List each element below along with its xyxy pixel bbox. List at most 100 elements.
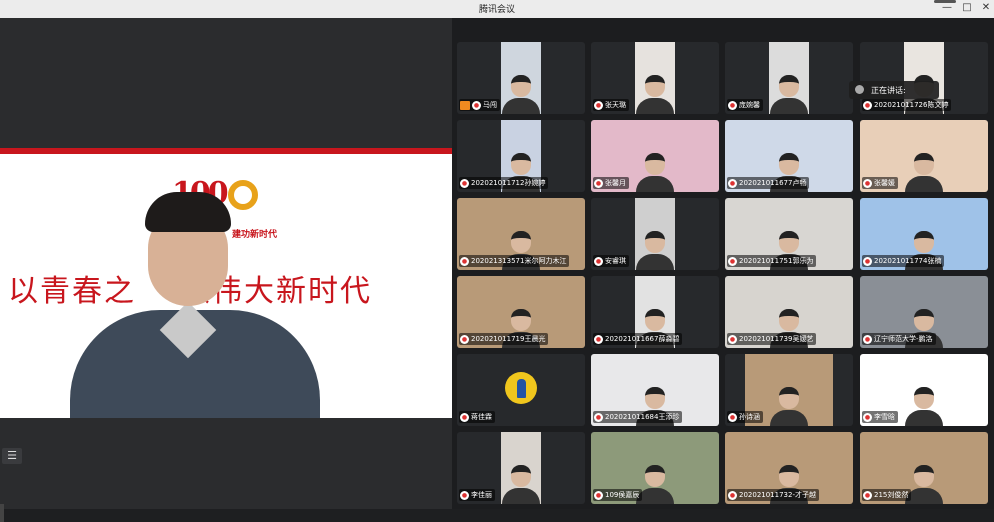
participant-name: 202021011732-才子越 bbox=[739, 491, 816, 499]
participant-head bbox=[645, 309, 665, 331]
mic-muted-icon: ● bbox=[460, 178, 469, 188]
participant-name: 215刘俊然 bbox=[874, 491, 909, 499]
participant-torso bbox=[636, 254, 674, 270]
speaking-indicator: 正在讲话: bbox=[849, 81, 939, 99]
participant-name-bar: ● 202021011677卢畅 bbox=[727, 177, 810, 189]
participant-head bbox=[779, 153, 799, 175]
mic-muted-icon: ● bbox=[460, 256, 469, 266]
speaking-label: 正在讲话: bbox=[871, 86, 906, 95]
mic-muted-icon: ● bbox=[728, 412, 737, 422]
participant-head bbox=[645, 387, 665, 409]
mic-muted-icon: ● bbox=[863, 490, 872, 500]
participant-tile[interactable]: ● 辽宁师范大学-鹏洛 bbox=[860, 276, 988, 348]
mic-muted-icon: ● bbox=[594, 178, 603, 188]
mic-muted-icon: ● bbox=[863, 100, 872, 110]
shared-screen-video[interactable]: 100 建功新时代 以青春之献伟大新时代 bbox=[0, 148, 452, 418]
participant-tile[interactable]: ● 202021011726陈文婷 bbox=[860, 42, 988, 114]
participant-tile[interactable]: ● 孙诗涵 bbox=[725, 354, 853, 426]
mic-muted-icon: ● bbox=[594, 100, 603, 110]
participant-name-bar: ● 202021011751郭乐为 bbox=[727, 255, 817, 267]
scrollbar[interactable] bbox=[0, 504, 4, 522]
main-speaker-area: 100 建功新时代 以青春之献伟大新时代 ☰ bbox=[0, 18, 452, 522]
participant-name: 202021011751郭乐为 bbox=[739, 257, 814, 265]
participant-tile[interactable]: ● 202021313571米尔阿力木江 bbox=[457, 198, 585, 270]
participant-tile[interactable]: ● 张馨媛 bbox=[860, 120, 988, 192]
participant-head bbox=[779, 75, 799, 97]
participant-gallery: ● 马闯 ● 张天璐 ● 庞婉馨 ● 202021011726陈文婷 ● 202021011712… bbox=[452, 18, 994, 509]
participant-head bbox=[645, 75, 665, 97]
participant-tile[interactable]: ● 马闯 bbox=[457, 42, 585, 114]
participant-tile[interactable]: ● 202021011774张楠 bbox=[860, 198, 988, 270]
participant-tile[interactable]: ● 202021011677卢畅 bbox=[725, 120, 853, 192]
avatar bbox=[505, 372, 537, 404]
participant-video bbox=[635, 42, 675, 114]
participant-tile[interactable]: ● 202021011732-才子越 bbox=[725, 432, 853, 504]
participant-tile[interactable]: ● 张天璐 bbox=[591, 42, 719, 114]
participant-tile[interactable]: ● 202021011684王添珍 bbox=[591, 354, 719, 426]
participant-torso bbox=[636, 176, 674, 192]
member-list-icon[interactable]: ☰ bbox=[2, 448, 22, 464]
participant-name: 蒋佳霖 bbox=[471, 413, 492, 421]
participant-head bbox=[645, 231, 665, 253]
participant-name: 孙诗涵 bbox=[739, 413, 760, 421]
participant-tile[interactable]: ● 李雪晗 bbox=[860, 354, 988, 426]
participant-tile[interactable]: ● 张馨月 bbox=[591, 120, 719, 192]
participant-name: 庞婉馨 bbox=[739, 101, 760, 109]
mic-muted-icon: ● bbox=[460, 334, 469, 344]
participant-tile[interactable]: ● 109侯嘉辰 bbox=[591, 432, 719, 504]
participant-name-bar: ● 202021011732-才子越 bbox=[727, 489, 819, 501]
participant-figure bbox=[905, 153, 943, 192]
speaker-avatar-icon bbox=[855, 85, 864, 94]
participant-tile[interactable]: ● 202021011739吴嫒艺 bbox=[725, 276, 853, 348]
mic-muted-icon: ● bbox=[594, 412, 603, 422]
mic-muted-icon: ● bbox=[728, 490, 737, 500]
participant-tile[interactable]: ● 蒋佳霖 bbox=[457, 354, 585, 426]
maximize-button[interactable]: □ bbox=[958, 1, 976, 15]
participant-figure bbox=[636, 75, 674, 114]
participant-tile[interactable]: ● 215刘俊然 bbox=[860, 432, 988, 504]
participant-tile[interactable]: ● 202021011667薛淼碧 bbox=[591, 276, 719, 348]
participant-torso bbox=[502, 98, 540, 114]
participant-name: 辽宁师范大学-鹏洛 bbox=[874, 335, 933, 343]
close-button[interactable]: ✕ bbox=[977, 1, 994, 15]
title-bar: 腾讯会议 — □ ✕ bbox=[0, 0, 994, 18]
participant-name: 202021011719王晨光 bbox=[471, 335, 546, 343]
mic-muted-icon: ● bbox=[460, 490, 469, 500]
participant-tile[interactable]: ● 李佳丽 bbox=[457, 432, 585, 504]
participant-video bbox=[501, 432, 541, 504]
mic-muted-icon: ● bbox=[863, 334, 872, 344]
mic-muted-icon: ● bbox=[728, 256, 737, 266]
mic-muted-icon: ● bbox=[863, 256, 872, 266]
participant-name-bar: ● 202021011726陈文婷 bbox=[862, 99, 952, 111]
participant-name-bar: ● 202021011774张楠 bbox=[862, 255, 945, 267]
participant-name: 李佳丽 bbox=[471, 491, 492, 499]
participant-name-bar: ● 202021011667薛淼碧 bbox=[593, 333, 683, 345]
participant-tile[interactable]: ● 202021011719王晨光 bbox=[457, 276, 585, 348]
participant-figure bbox=[636, 231, 674, 270]
participant-name-bar: ● 202021011719王晨光 bbox=[459, 333, 549, 345]
avatar-figure-icon bbox=[517, 379, 526, 398]
participant-head bbox=[779, 231, 799, 253]
participant-tile[interactable]: ● 202021011712孙婉婷 bbox=[457, 120, 585, 192]
participant-name: 202021011726陈文婷 bbox=[874, 101, 949, 109]
participant-tile[interactable]: ● 庞婉馨 bbox=[725, 42, 853, 114]
participant-name: 张馨媛 bbox=[874, 179, 895, 187]
participant-figure bbox=[770, 387, 808, 426]
participant-name-bar: ● 202021011739吴嫒艺 bbox=[727, 333, 817, 345]
minimize-button[interactable]: — bbox=[938, 1, 956, 15]
participant-name: 安睿琪 bbox=[605, 257, 626, 265]
participant-torso bbox=[905, 410, 943, 426]
participant-name: 张馨月 bbox=[605, 179, 626, 187]
participant-name-bar: ● 202021313571米尔阿力木江 bbox=[459, 255, 570, 267]
participant-head bbox=[914, 387, 934, 409]
window-title: 腾讯会议 bbox=[478, 5, 515, 15]
participant-head bbox=[779, 309, 799, 331]
participant-name: 马闯 bbox=[483, 101, 497, 109]
participant-name-bar: ● 215刘俊然 bbox=[862, 489, 912, 501]
participant-torso bbox=[905, 176, 943, 192]
participant-tile[interactable]: ● 202021011751郭乐为 bbox=[725, 198, 853, 270]
participant-name-bar: ● 庞婉馨 bbox=[727, 99, 763, 111]
participant-name: 202021011712孙婉婷 bbox=[471, 179, 546, 187]
participant-name-bar: ● 张馨月 bbox=[593, 177, 629, 189]
participant-tile[interactable]: ● 安睿琪 bbox=[591, 198, 719, 270]
